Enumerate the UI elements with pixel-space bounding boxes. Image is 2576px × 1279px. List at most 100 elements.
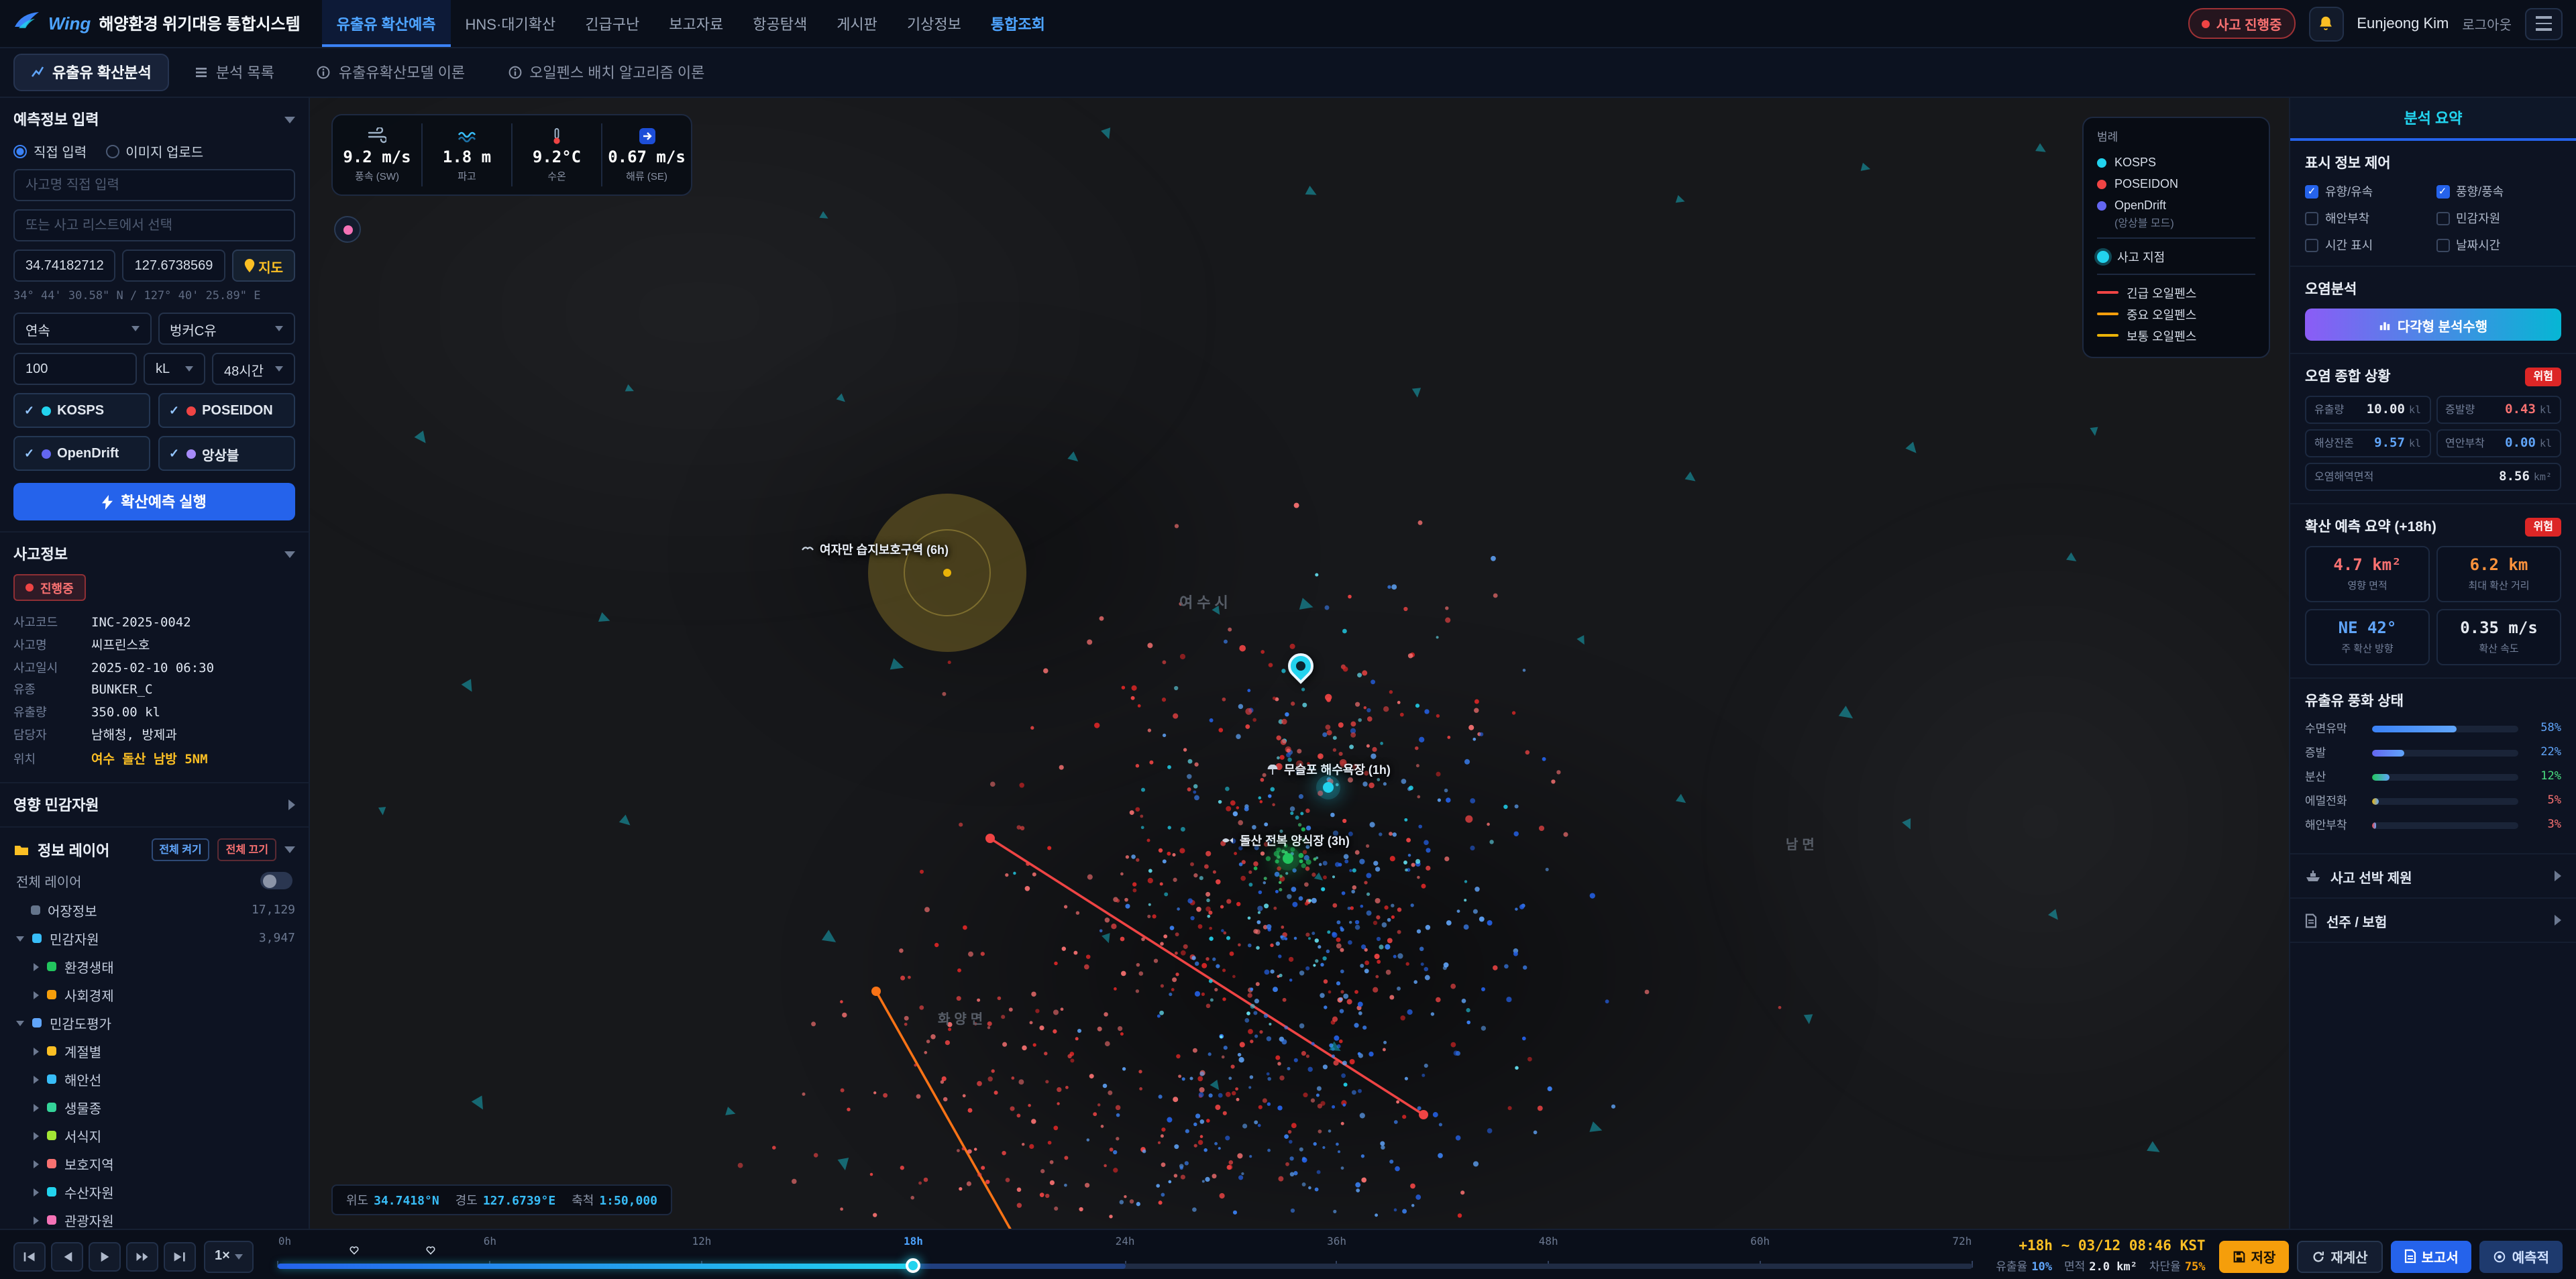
- layers-all-off-button[interactable]: 전체 끄기: [218, 838, 276, 861]
- nav-item-6[interactable]: 기상정보: [892, 0, 976, 47]
- menu-button[interactable]: [2525, 7, 2563, 40]
- layer-item[interactable]: 보호지역: [13, 1150, 295, 1178]
- amount-input[interactable]: [13, 353, 137, 385]
- timeline-tick-0h[interactable]: 0h: [278, 1235, 291, 1247]
- logout-button[interactable]: 로그아웃: [2462, 13, 2512, 34]
- beach-sensitive-spot[interactable]: [1323, 782, 1334, 793]
- model-chip-POSEIDON[interactable]: ✓POSEIDON: [158, 393, 295, 428]
- tab-0[interactable]: 유출유 확산분석: [13, 54, 169, 91]
- oil-type-select[interactable]: 벙커C유: [158, 313, 295, 345]
- master-layer-toggle[interactable]: [260, 872, 292, 889]
- incident-name-input[interactable]: [13, 169, 295, 201]
- model-chip-앙상블[interactable]: ✓앙상블: [158, 436, 295, 471]
- bookmark-marker-icon[interactable]: [349, 1244, 360, 1255]
- weather-icon-wrap: [551, 126, 562, 145]
- timeline-tick-72h[interactable]: 72h: [1952, 1235, 1972, 1247]
- weathering-row-3: 에멀전화5%: [2305, 793, 2561, 809]
- layer-item[interactable]: 계절별: [13, 1037, 295, 1065]
- tab-1[interactable]: 분석 목록: [177, 54, 292, 91]
- timeline-track[interactable]: 0h 6h 12h 18h 24h 36h 48h 60h 72h: [278, 1232, 1972, 1279]
- map-canvas[interactable]: 여수시 화양면 남면 여자만 습지보호구역 (6h) 무슬포 해수욕장 (1h)…: [310, 98, 2289, 1228]
- layer-item[interactable]: 민감도평가: [13, 1009, 295, 1037]
- analysis-summary-tab[interactable]: 분석 요약: [2290, 98, 2576, 141]
- model-chip-OpenDrift[interactable]: ✓OpenDrift: [13, 436, 150, 471]
- timeline-tick-48h[interactable]: 48h: [1539, 1235, 1558, 1247]
- layer-item[interactable]: 서식지: [13, 1121, 295, 1150]
- layer-item[interactable]: 사회경제: [13, 981, 295, 1009]
- polygon-analysis-button[interactable]: 다각형 분석수행: [2305, 309, 2561, 341]
- longitude-input[interactable]: [123, 249, 225, 282]
- 보고서-button[interactable]: 보고서: [2391, 1240, 2472, 1272]
- pick-on-map-button[interactable]: 지도: [231, 249, 295, 282]
- incident-info-header[interactable]: 사고정보: [13, 543, 295, 565]
- ship-spec-collapsible[interactable]: 사고 선박 제원: [2290, 854, 2576, 899]
- beach-marker-label[interactable]: 무슬포 해수욕장 (1h): [1267, 761, 1391, 778]
- layers-all-on-button[interactable]: 전체 켜기: [151, 838, 209, 861]
- timeline-tick-18h[interactable]: 18h: [904, 1235, 923, 1247]
- owner-insurance-collapsible[interactable]: 선주 / 보험: [2290, 899, 2576, 943]
- predict-input-header[interactable]: 예측정보 입력: [13, 109, 295, 130]
- nav-item-5[interactable]: 게시판: [822, 0, 892, 47]
- run-prediction-button[interactable]: 확산예측 실행: [13, 483, 295, 520]
- timeline-tick-60h[interactable]: 60h: [1750, 1235, 1770, 1247]
- unit-select[interactable]: kL: [144, 353, 205, 385]
- duration-select[interactable]: 48시간: [212, 353, 295, 385]
- skip-start-button[interactable]: [13, 1241, 46, 1271]
- layer-item[interactable]: 해안선: [13, 1065, 295, 1093]
- timeline-tick-12h[interactable]: 12h: [692, 1235, 711, 1247]
- layer-quick-toggle-button[interactable]: [334, 216, 361, 243]
- display-option-3[interactable]: 민감자원: [2436, 209, 2561, 227]
- skip-end-button[interactable]: [164, 1241, 196, 1271]
- bookmark-marker-icon[interactable]: [425, 1244, 436, 1255]
- display-option-0[interactable]: ✓유향/유속: [2305, 182, 2430, 200]
- nav-item-3[interactable]: 보고자료: [654, 0, 738, 47]
- timeline-tick-24h[interactable]: 24h: [1116, 1235, 1135, 1247]
- timeline-stat-value: 75%: [2185, 1261, 2206, 1274]
- fast-forward-button[interactable]: [126, 1241, 158, 1271]
- radio-direct-input[interactable]: 직접 입력: [13, 141, 87, 161]
- notification-bell-button[interactable]: [2308, 6, 2343, 41]
- display-option-4[interactable]: 시간 표시: [2305, 236, 2430, 254]
- farm-marker-label[interactable]: 돌산 전복 양식장 (3h): [1221, 832, 1350, 849]
- latitude-input[interactable]: [13, 249, 116, 282]
- farm-sensitive-spot[interactable]: [1283, 853, 1293, 864]
- timeline-handle[interactable]: [906, 1258, 920, 1273]
- model-chip-KOSPS[interactable]: ✓KOSPS: [13, 393, 150, 428]
- display-option-5[interactable]: 날짜시간: [2436, 236, 2561, 254]
- incident-row-value: INC-2025-0042: [91, 615, 191, 630]
- tab-3[interactable]: 오일펜스 배치 알고리즘 이론: [490, 54, 722, 91]
- incident-list-input[interactable]: [13, 209, 295, 241]
- layer-item[interactable]: 어장정보17,129: [13, 896, 295, 924]
- nav-item-0[interactable]: 유출유 확산예측: [322, 0, 451, 47]
- info-icon: [317, 66, 331, 79]
- longitude-readout: 127.6739°E: [483, 1194, 555, 1208]
- tab-2[interactable]: 유출유확산모델 이론: [300, 54, 482, 91]
- radio-image-upload[interactable]: 이미지 업로드: [105, 141, 203, 161]
- nav-item-7[interactable]: 통합조회: [976, 0, 1060, 47]
- oil-fence-emergency[interactable]: [985, 834, 1428, 1119]
- play-button[interactable]: [89, 1241, 121, 1271]
- step-back-button[interactable]: [51, 1241, 83, 1271]
- sensitive-resources-header[interactable]: 영향 민감자원: [13, 794, 295, 816]
- playback-speed-select[interactable]: 1×: [204, 1240, 254, 1272]
- nav-item-1[interactable]: HNS·대기확산: [451, 0, 571, 47]
- display-option-1[interactable]: ✓풍향/풍속: [2436, 182, 2561, 200]
- spill-type-select[interactable]: 연속: [13, 313, 151, 345]
- timeline-tick-36h[interactable]: 36h: [1327, 1235, 1346, 1247]
- display-option-2[interactable]: 해안부착: [2305, 209, 2430, 227]
- info-layers-header[interactable]: 정보 레이어 전체 켜기 전체 끄기: [13, 838, 295, 861]
- 저장-button[interactable]: 저장: [2219, 1240, 2290, 1272]
- layer-item[interactable]: 관광자원: [13, 1206, 295, 1228]
- nav-item-2[interactable]: 긴급구난: [570, 0, 654, 47]
- layer-item[interactable]: 생물종: [13, 1093, 295, 1121]
- incident-row-label: 담당자: [13, 726, 91, 743]
- protected-area-marker-label[interactable]: 여자만 습지보호구역 (6h): [801, 541, 949, 558]
- nav-item-4[interactable]: 항공탐색: [738, 0, 822, 47]
- 재계산-button[interactable]: 재계산: [2297, 1240, 2382, 1272]
- timeline-tick-6h[interactable]: 6h: [484, 1235, 496, 1247]
- chevron-right-icon: [34, 1075, 39, 1083]
- 예측적-button[interactable]: 예측적: [2480, 1240, 2563, 1272]
- layer-item[interactable]: 환경생태: [13, 952, 295, 981]
- layer-item[interactable]: 수산자원: [13, 1178, 295, 1206]
- layer-item[interactable]: 민감자원3,947: [13, 924, 295, 952]
